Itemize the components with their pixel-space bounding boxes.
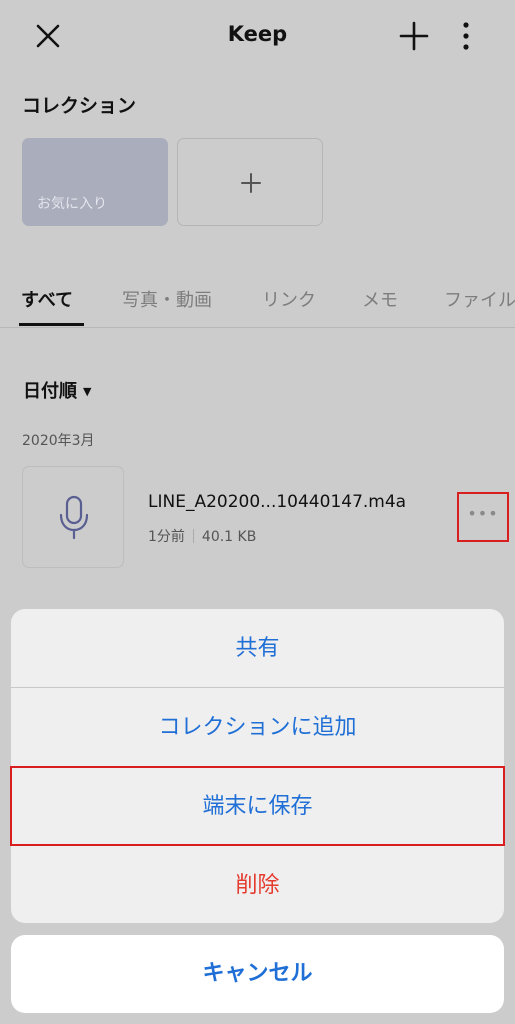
tab-memos[interactable]: メモ — [362, 286, 398, 312]
tab-links[interactable]: リンク — [262, 286, 316, 312]
caret-down-icon: ▼ — [83, 385, 92, 398]
tab-files[interactable]: ファイル — [444, 286, 515, 312]
close-icon — [36, 24, 60, 48]
more-vertical-icon — [463, 22, 469, 50]
plus-icon — [399, 21, 429, 51]
plus-icon — [241, 173, 261, 193]
section-date: 2020年3月 — [22, 433, 95, 449]
file-name: LINE_A20200...10440147.m4a — [148, 492, 407, 512]
list-item[interactable]: LINE_A20200...10440147.m4a 1分前 40.1 KB ••… — [22, 466, 515, 568]
active-tab-indicator — [19, 323, 84, 326]
microphone-icon — [59, 495, 89, 540]
save-to-device-button[interactable]: 端末に保存 — [11, 767, 504, 846]
tab-all[interactable]: すべて — [21, 286, 73, 312]
file-meta: 1分前 40.1 KB — [148, 526, 256, 546]
more-options-button[interactable] — [454, 20, 478, 52]
more-horizontal-icon: ••• — [467, 504, 499, 523]
close-button[interactable] — [32, 20, 64, 52]
collection-card-label: お気に入り — [37, 196, 107, 212]
meta-divider — [192, 529, 194, 543]
file-size: 40.1 KB — [201, 529, 257, 545]
page-title: Keep — [227, 22, 288, 46]
share-button[interactable]: 共有 — [11, 609, 504, 688]
header: Keep — [0, 0, 515, 72]
cancel-button[interactable]: キャンセル — [11, 935, 504, 1013]
file-more-button[interactable]: ••• — [457, 492, 509, 542]
action-sheet: 共有 コレクションに追加 端末に保存 削除 — [11, 609, 504, 923]
tab-bar: すべて 写真・動画 リンク メモ ファイル — [0, 272, 515, 328]
tab-photos-videos[interactable]: 写真・動画 — [122, 286, 212, 312]
sort-label: 日付順 — [23, 381, 77, 402]
file-time: 1分前 — [148, 529, 185, 545]
collection-heading: コレクション — [22, 95, 137, 117]
add-to-collection-button[interactable]: コレクションに追加 — [11, 688, 504, 767]
file-thumbnail — [22, 466, 124, 568]
add-collection-button[interactable] — [177, 138, 323, 226]
collection-card-favorites[interactable]: お気に入り — [22, 138, 168, 226]
add-button[interactable] — [398, 20, 430, 52]
delete-button[interactable]: 削除 — [11, 846, 504, 923]
sort-dropdown[interactable]: 日付順 ▼ — [23, 377, 91, 403]
